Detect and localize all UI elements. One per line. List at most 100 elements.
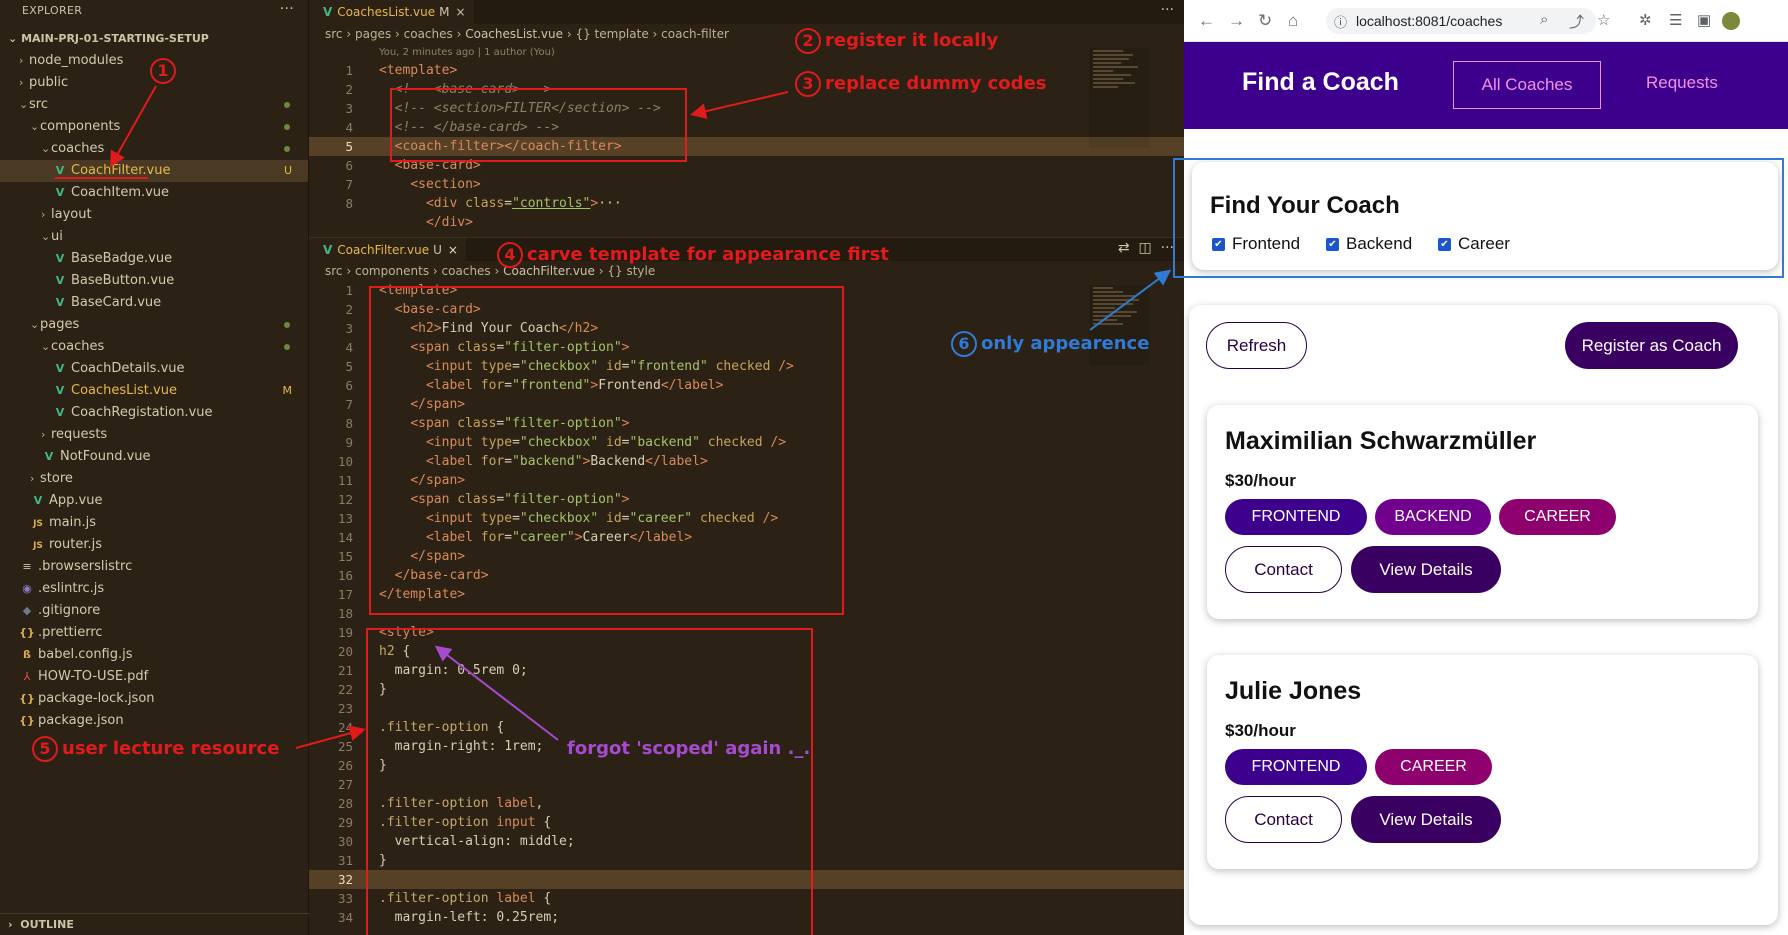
view-details-button[interactable]: View Details: [1351, 796, 1501, 843]
line-number: 7: [345, 177, 353, 192]
folder-item[interactable]: › requests: [0, 424, 308, 446]
folder-item[interactable]: ⌄ui: [0, 226, 308, 248]
file-item[interactable]: ◉ .eslintrc.js: [0, 578, 308, 600]
folder-item[interactable]: ⌄components: [0, 116, 308, 138]
vue-file-icon: V: [55, 252, 65, 265]
extensions-icon[interactable]: ✲: [1639, 11, 1652, 29]
file-item[interactable]: V BaseButton.vue: [0, 270, 308, 292]
vue-file-icon: V: [55, 296, 65, 309]
outline-section[interactable]: › OUTLINE: [0, 913, 309, 935]
code-line[interactable]: 7 <section>: [309, 175, 1184, 194]
forward-icon[interactable]: →: [1228, 11, 1245, 31]
file-item[interactable]: {} .prettierrc: [0, 622, 308, 644]
git-status-dot: [284, 124, 290, 130]
folder-item[interactable]: › store: [0, 468, 308, 490]
file-item[interactable]: ≡ .browserslistrc: [0, 556, 308, 578]
code-line[interactable]: 1 <template>: [309, 61, 1184, 80]
json-file-icon: {}: [19, 626, 35, 639]
tree-item-label: App.vue: [49, 493, 103, 508]
reload-icon[interactable]: ↻: [1258, 11, 1272, 31]
more-actions-icon[interactable]: ···: [1161, 240, 1174, 256]
app-brand[interactable]: Find a Coach: [1242, 68, 1399, 97]
file-item[interactable]: ⅄ HOW-TO-USE.pdf: [0, 666, 308, 688]
close-icon[interactable]: ×: [455, 5, 465, 19]
more-actions-icon[interactable]: ···: [1161, 2, 1174, 18]
zoom-icon[interactable]: ⌕: [1540, 11, 1548, 28]
breadcrumb-item[interactable]: coaches: [404, 27, 453, 41]
file-item[interactable]: {} package-lock.json: [0, 688, 308, 710]
side-panel-icon[interactable]: ▣: [1697, 11, 1711, 29]
line-number: 23: [337, 701, 353, 716]
breadcrumb-separator: ›: [452, 27, 466, 41]
folder-item[interactable]: ⌄coaches: [0, 336, 308, 358]
line-number: 33: [337, 891, 353, 906]
minimap[interactable]: [1089, 48, 1149, 148]
json-file-icon: {}: [19, 692, 35, 705]
file-item[interactable]: ◆ .gitignore: [0, 600, 308, 622]
code-line[interactable]: </div>: [309, 213, 1184, 227]
file-item[interactable]: V App.vue: [0, 490, 308, 512]
bookmark-star-icon[interactable]: ☆: [1597, 11, 1610, 29]
annotation-1: 1: [150, 58, 180, 84]
site-info-icon[interactable]: ⓘ: [1334, 12, 1347, 31]
line-number: 3: [345, 101, 353, 116]
contact-button[interactable]: Contact: [1225, 796, 1342, 843]
tree-item-label: .prettierrc: [38, 625, 103, 640]
annotation-5: 5 user lecture resource: [32, 736, 279, 762]
breadcrumb-item[interactable]: {} template: [575, 27, 648, 41]
breadcrumb-item[interactable]: src: [325, 27, 343, 41]
compare-icon[interactable]: ⇄: [1118, 240, 1130, 256]
chevron-down-icon: ⌄: [30, 120, 40, 133]
tab-coacheslist[interactable]: V CoachesList.vue M ×: [309, 0, 474, 24]
share-icon[interactable]: ⤴: [1569, 11, 1584, 32]
git-status-badge: M: [282, 384, 293, 397]
split-editor-icon[interactable]: ◫: [1139, 240, 1152, 256]
breadcrumb-item[interactable]: pages: [355, 27, 391, 41]
more-actions-icon[interactable]: ···: [280, 0, 294, 20]
breadcrumb-item[interactable]: components: [355, 264, 429, 278]
tab-coachfilter[interactable]: V CoachFilter.vue U ×: [309, 238, 466, 262]
breadcrumb-item[interactable]: coach-filter: [661, 27, 729, 41]
tree-item-label: pages: [40, 317, 80, 332]
file-item[interactable]: ß babel.config.js: [0, 644, 308, 666]
folder-item[interactable]: ⌄coaches: [0, 138, 308, 160]
file-item[interactable]: {} package.json: [0, 710, 308, 732]
breadcrumb-item[interactable]: coaches: [442, 264, 491, 278]
tree-item-label: ui: [51, 229, 63, 244]
view-details-button[interactable]: View Details: [1351, 546, 1501, 593]
file-item[interactable]: JS router.js: [0, 534, 308, 556]
file-item[interactable]: V BaseCard.vue: [0, 292, 308, 314]
nav-requests[interactable]: Requests: [1646, 73, 1718, 93]
line-number: 29: [337, 815, 353, 830]
folder-item[interactable]: ⌄pages: [0, 314, 308, 336]
file-item[interactable]: V CoachItem.vue: [0, 182, 308, 204]
address-bar[interactable]: ⓘ localhost:8081/coaches: [1326, 8, 1596, 34]
file-item[interactable]: V CoachRegistation.vue: [0, 402, 308, 424]
breadcrumb-item[interactable]: CoachesList.vue: [465, 27, 563, 41]
file-item[interactable]: V CoachesList.vue M: [0, 380, 308, 402]
browser-toolbar: ← → ↻ ⌂ ⓘ localhost:8081/coaches ⌕ ⤴ ☆ ✲…: [1184, 0, 1788, 42]
nav-all-coaches[interactable]: All Coaches: [1453, 61, 1601, 109]
home-icon[interactable]: ⌂: [1288, 11, 1298, 31]
line-number: 21: [337, 663, 353, 678]
breadcrumb-separator: ›: [429, 264, 442, 278]
code-line[interactable]: 8 <div class="controls">···: [309, 194, 1184, 213]
line-number: 2: [345, 302, 353, 317]
close-icon[interactable]: ×: [448, 243, 458, 257]
file-item[interactable]: V BaseBadge.vue: [0, 248, 308, 270]
folder-item[interactable]: ⌄src: [0, 94, 308, 116]
back-icon[interactable]: ←: [1198, 11, 1215, 31]
register-coach-button[interactable]: Register as Coach: [1565, 322, 1738, 369]
breadcrumb-item[interactable]: src: [325, 264, 343, 278]
file-item[interactable]: V CoachFilter.vue U: [0, 160, 308, 182]
file-item[interactable]: V CoachDetails.vue: [0, 358, 308, 380]
file-item[interactable]: JS main.js: [0, 512, 308, 534]
file-item[interactable]: V NotFound.vue: [0, 446, 308, 468]
folder-item[interactable]: › layout: [0, 204, 308, 226]
tree-item-label: babel.config.js: [38, 647, 133, 662]
refresh-button[interactable]: Refresh: [1206, 322, 1307, 369]
profile-avatar[interactable]: [1722, 12, 1740, 30]
contact-button[interactable]: Contact: [1225, 546, 1342, 593]
project-root[interactable]: ⌄ MAIN-PRJ-01-STARTING-SETUP: [0, 28, 308, 50]
reading-list-icon[interactable]: ☰: [1669, 11, 1682, 29]
